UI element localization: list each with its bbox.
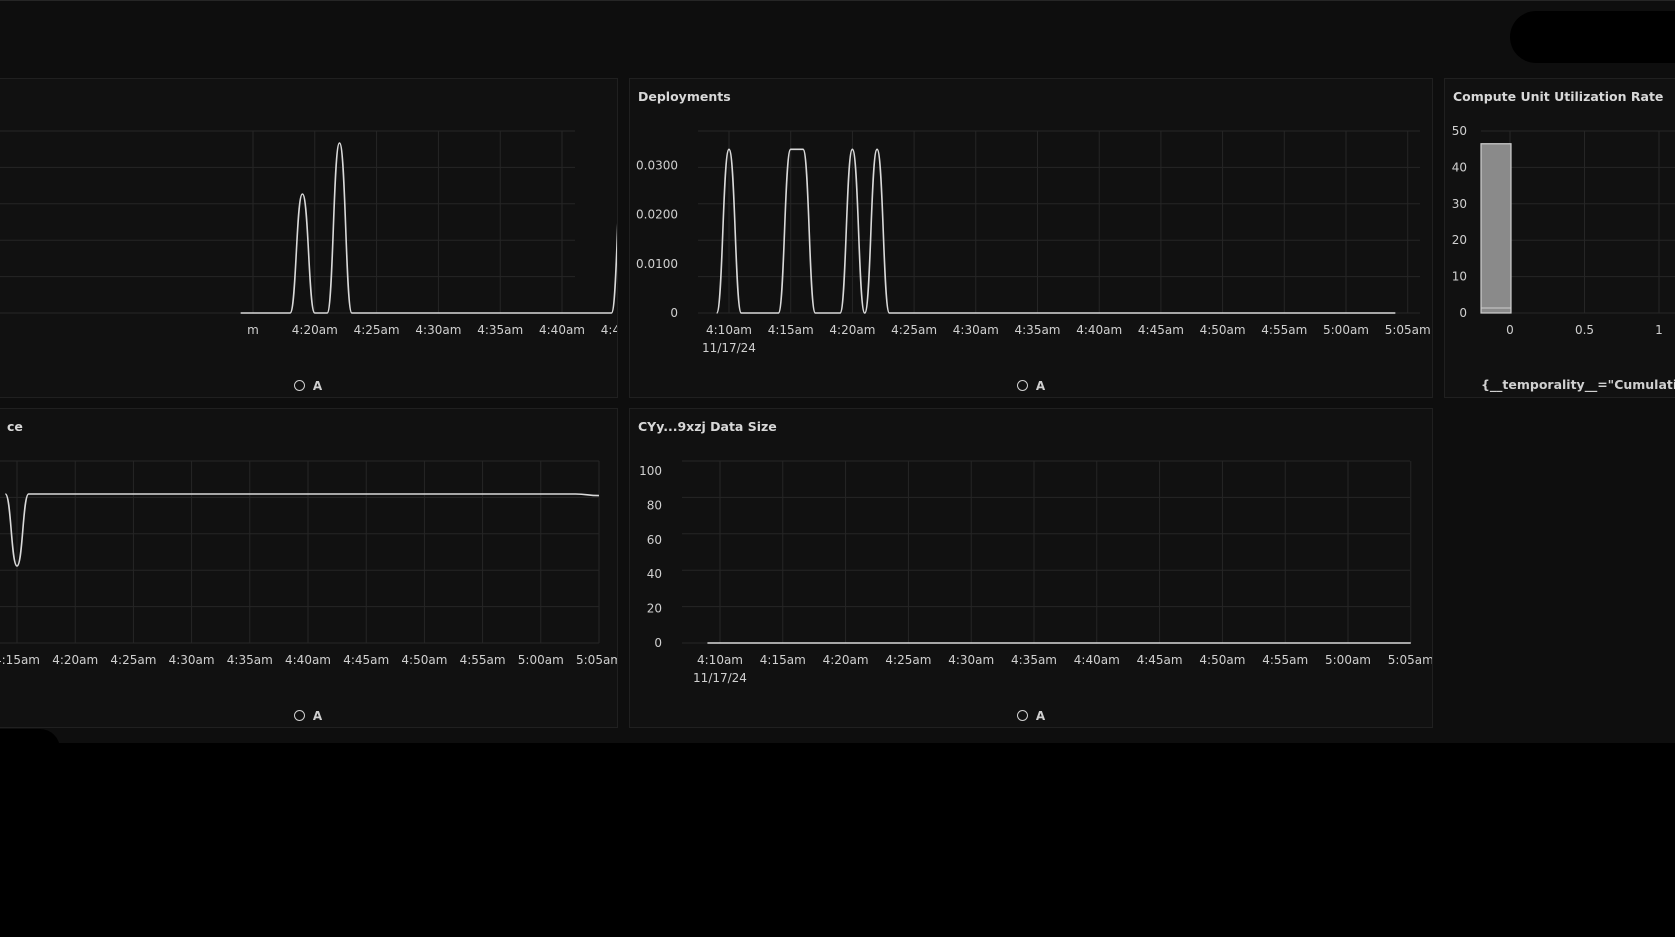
x-tick-label: 4:15am xyxy=(760,653,806,667)
y-tick-label: 20 xyxy=(647,602,662,616)
panel-1: m4:20am4:25am4:30am4:35am4:40am4:45am4:5… xyxy=(0,78,618,398)
legend[interactable]: A xyxy=(0,709,617,723)
panel-1-chart: m4:20am4:25am4:30am4:35am4:40am4:45am4:5… xyxy=(0,130,618,337)
x-date-label: 11/17/24 xyxy=(693,671,747,685)
x-tick-label: 4:35am xyxy=(227,653,273,667)
series-line-A xyxy=(240,142,617,314)
y-tick-label: 40 xyxy=(1452,160,1467,174)
x-tick-label: 4:20am xyxy=(823,653,869,667)
series-label[interactable]: {__temporality__="Cumulative",ho xyxy=(1481,377,1675,392)
x-tick-label: 4:15am xyxy=(0,653,40,667)
x-tick-label: 4:40am xyxy=(1076,323,1122,337)
y-tick-label: 10 xyxy=(1452,270,1467,284)
x-tick-label: 4:40am xyxy=(539,323,585,337)
x-tick-label: 4:35am xyxy=(477,323,523,337)
x-tick-label: 4:25am xyxy=(885,653,931,667)
y-tick-label: 0.0300 xyxy=(636,159,678,173)
x-tick-label: 4:50am xyxy=(1200,323,1246,337)
x-tick-label: 4:15am xyxy=(768,323,814,337)
x-date-label: 11/17/24 xyxy=(702,341,756,355)
x-tick-label: 5:00am xyxy=(1325,653,1371,667)
gridlines xyxy=(0,460,600,644)
x-tick-label: 4:40am xyxy=(285,653,331,667)
gridlines xyxy=(682,460,1412,644)
gridlines xyxy=(0,130,575,314)
legend[interactable]: A xyxy=(630,379,1432,393)
x-tick-label: 4:50am xyxy=(1199,653,1245,667)
bar xyxy=(1480,143,1512,314)
legend-label: A xyxy=(312,379,323,393)
x-tick-label: 5:00am xyxy=(1323,323,1369,337)
redaction-blob xyxy=(1510,11,1675,63)
y-tick-label: 0.0200 xyxy=(636,208,678,222)
legend-label: A xyxy=(1035,379,1046,393)
legend-label: A xyxy=(312,709,323,723)
legend-dot-icon xyxy=(293,710,305,721)
x-tick-label: 1 xyxy=(1655,323,1663,337)
x-tick-label: 0 xyxy=(1506,323,1514,337)
x-tick-label: 4:45am xyxy=(1138,323,1184,337)
y-tick-label: 100 xyxy=(639,464,662,478)
panel-4: ce 4:15am4:20am4:25am4:30am4:35am4:40am4… xyxy=(0,408,618,728)
panel-compute-unit-utilization: Compute Unit Utilization Rate 50 40 30 20 10… xyxy=(1444,78,1675,398)
legend[interactable]: A xyxy=(630,709,1432,723)
legend-dot-icon xyxy=(1016,710,1028,721)
x-tick-label: 4:35am xyxy=(1015,323,1061,337)
x-tick-label: 4:10am xyxy=(706,323,752,337)
y-tick-label: 40 xyxy=(647,567,662,581)
y-tick-label: 20 xyxy=(1452,233,1467,247)
panel-compute-unit-chart: 50 40 30 20 10 0 0 0.5 1 xyxy=(1452,124,1675,337)
x-tick-label: 4:55am xyxy=(1261,323,1307,337)
x-tick-label: 4:45am xyxy=(343,653,389,667)
x-tick-label: 4:55am xyxy=(1262,653,1308,667)
x-tick-label: 4:25am xyxy=(354,323,400,337)
series-line-A xyxy=(715,148,1396,314)
x-tick-label: 4:35am xyxy=(1011,653,1057,667)
x-tick-label: 4:30am xyxy=(953,323,999,337)
x-tick-label: m xyxy=(247,323,259,337)
panel-deployments-chart: 0.0300 0.0200 0.0100 0 4:10am 4:15am 4:20am 4:2… xyxy=(636,130,1431,355)
series-line-A xyxy=(4,493,600,567)
y-tick-label: 50 xyxy=(1452,124,1467,138)
x-tick-label: 4:45am xyxy=(1137,653,1183,667)
x-tick-label: 4:50am xyxy=(401,653,447,667)
x-tick-label: 4:20am xyxy=(829,323,875,337)
y-tick-label: 0 xyxy=(670,306,678,320)
x-tick-label: 5:00am xyxy=(518,653,564,667)
y-tick-label: 0 xyxy=(1459,306,1467,320)
y-tick-label: 0.0100 xyxy=(636,257,678,271)
legend[interactable]: A xyxy=(0,379,617,393)
x-tick-label: 5:05am xyxy=(1388,653,1433,667)
x-tick-label: 4:20am xyxy=(292,323,338,337)
legend-dot-icon xyxy=(293,380,305,391)
x-tick-label: 0.5 xyxy=(1575,323,1594,337)
panel-deployments: Deployments 0.0300 0.0200 0.0100 0 4:10am 4:1… xyxy=(629,78,1433,398)
panel-data-size: CYy...9xzj Data Size 100 80 60 40 20 0 4:10am 4… xyxy=(629,408,1433,728)
gridlines xyxy=(698,130,1420,314)
x-tick-label: 4:45am xyxy=(601,323,618,337)
panel-4-chart: 4:15am 4:20am 4:25am 4:30am 4:35am 4:40am 4:45… xyxy=(0,460,618,667)
x-tick-label: 4:25am xyxy=(891,323,937,337)
x-tick-label: 4:30am xyxy=(948,653,994,667)
dashboard: m 4:20am 4:25am 4:30am 4:35am 4:40am 4:45am 4:5… xyxy=(0,0,1675,769)
x-tick-label: 4:30am xyxy=(169,653,215,667)
y-tick-label: 0 xyxy=(654,636,662,650)
y-tick-label: 30 xyxy=(1452,197,1467,211)
x-tick-label: 4:25am xyxy=(110,653,156,667)
redaction-blob xyxy=(0,729,60,769)
x-tick-label: 4:20am xyxy=(52,653,98,667)
x-tick-label: 4:55am xyxy=(460,653,506,667)
y-tick-label: 60 xyxy=(647,533,662,547)
panel-data-size-chart: 100 80 60 40 20 0 4:10am 4:15am 4:20am 4:25am 4:30… xyxy=(639,460,1433,685)
y-tick-label: 80 xyxy=(647,498,662,512)
x-tick-label: 4:30am xyxy=(415,323,461,337)
legend-dot-icon xyxy=(1016,380,1028,391)
legend-label: A xyxy=(1035,709,1046,723)
x-tick-label: 5:05am xyxy=(1385,323,1431,337)
x-tick-label: 4:10am xyxy=(697,653,743,667)
x-tick-label: 4:40am xyxy=(1074,653,1120,667)
x-tick-label: 5:05am xyxy=(576,653,618,667)
